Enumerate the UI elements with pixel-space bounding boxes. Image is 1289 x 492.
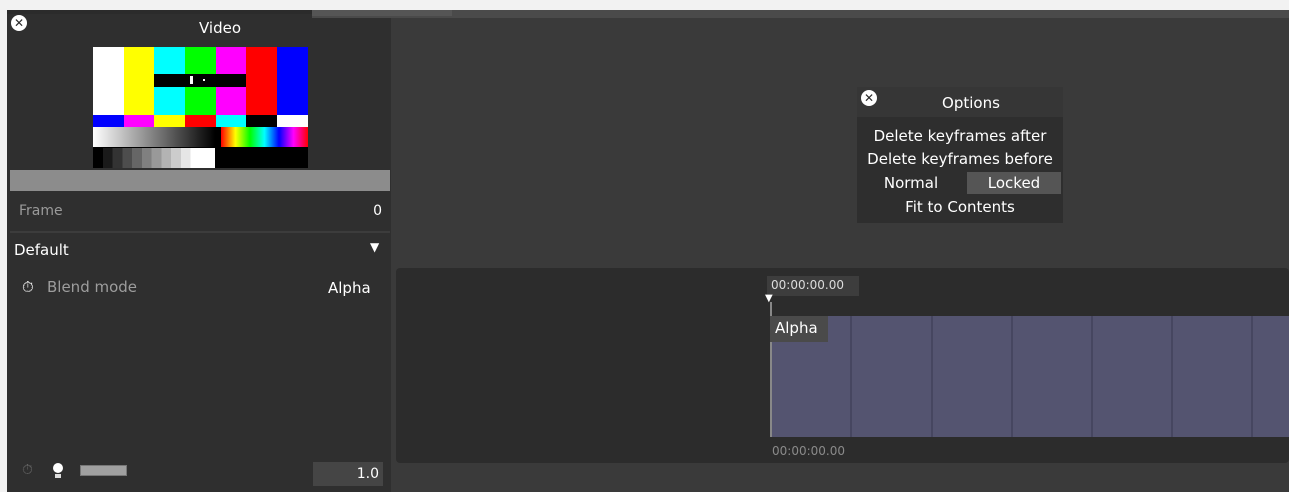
menu-item-fit-contents[interactable]: Fit to Contents	[857, 198, 1063, 216]
opacity-slider[interactable]	[80, 465, 127, 476]
dropdown-arrow-icon[interactable]: ▼	[370, 240, 379, 254]
track-separator	[850, 316, 852, 437]
frame-value[interactable]: 0	[360, 203, 382, 219]
clip-label[interactable]: Alpha	[775, 319, 818, 337]
top-strip-left	[7, 10, 312, 14]
divider	[10, 231, 390, 233]
stopwatch-icon[interactable]: ⏱	[22, 278, 34, 296]
time-badge-text: 00:00:00.00	[771, 278, 844, 292]
track-separator	[931, 316, 933, 437]
timeline-footer-time: 00:00:00.00	[772, 444, 845, 458]
frame-label: Frame	[19, 203, 63, 219]
scrub-bar[interactable]	[10, 170, 390, 191]
mode-locked-button[interactable]: Locked	[967, 174, 1061, 192]
track-separator	[1251, 316, 1253, 437]
options-title: Options	[942, 94, 1000, 112]
menu-item-delete-before[interactable]: Delete keyframes before	[857, 150, 1063, 168]
close-icon[interactable]: ✕	[11, 15, 27, 31]
timeline-track[interactable]	[772, 316, 1289, 437]
top-tab[interactable]	[312, 10, 452, 16]
section-title[interactable]: Default	[14, 241, 69, 259]
bulb-base	[55, 474, 61, 478]
opacity-value[interactable]: 1.0	[313, 466, 379, 482]
top-tab-strip	[312, 10, 1289, 18]
blend-mode-value[interactable]: Alpha	[328, 279, 371, 297]
video-thumbnail	[93, 47, 308, 168]
video-title: Video	[198, 19, 242, 37]
options-close-icon[interactable]: ✕	[861, 90, 877, 106]
blend-mode-label: Blend mode	[47, 278, 138, 296]
mode-normal-button[interactable]: Normal	[869, 174, 953, 192]
bulb-icon[interactable]	[53, 463, 63, 473]
track-separator	[1011, 316, 1013, 437]
track-separator	[1091, 316, 1093, 437]
timer-icon[interactable]: ⏱	[22, 462, 33, 478]
track-separator	[1171, 316, 1173, 437]
menu-item-delete-after[interactable]: Delete keyframes after	[857, 127, 1063, 145]
